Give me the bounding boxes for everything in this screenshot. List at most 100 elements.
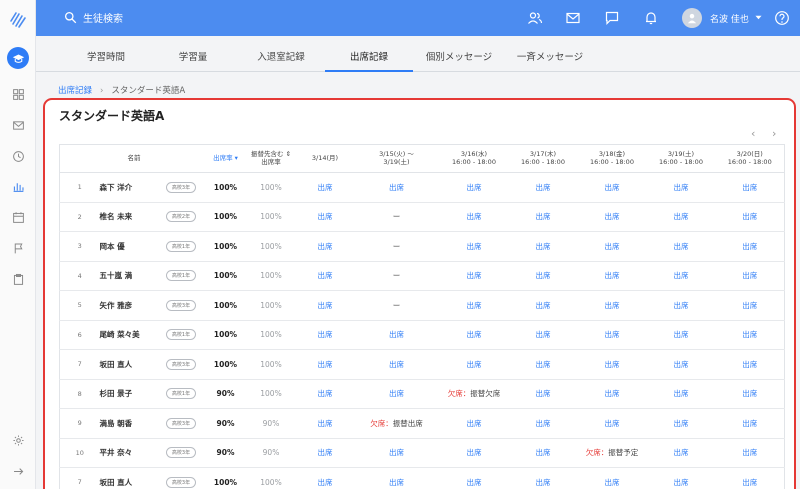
sidebar-item-messages[interactable] xyxy=(8,115,28,135)
sidebar-item-logout[interactable] xyxy=(8,461,28,481)
attendance-cell[interactable]: 出席 xyxy=(715,261,785,291)
attendance-cell[interactable]: 出席 xyxy=(296,379,354,409)
student-name[interactable]: 森下 洋介 xyxy=(99,172,157,203)
tab-entry-exit[interactable]: 入退室記録 xyxy=(251,49,311,72)
attendance-cell[interactable]: 出席 xyxy=(646,290,716,321)
attendance-cell[interactable]: 出席 xyxy=(296,320,354,350)
user-name[interactable]: 名波 佳也 xyxy=(710,12,749,25)
student-name[interactable]: 岡本 優 xyxy=(99,231,157,262)
prev-week-icon[interactable]: ‹ xyxy=(751,127,755,140)
table-row[interactable]: 8 杉田 景子 高校1年 90% 100% 出席 出席 欠席：振替欠席 出席 出席 出席 出席 xyxy=(59,379,785,409)
attendance-cell[interactable]: 出席 xyxy=(508,408,578,439)
attendance-cell[interactable]: 出席 xyxy=(296,202,354,232)
attendance-cell[interactable]: 出席 xyxy=(715,408,785,439)
chevron-down-icon[interactable] xyxy=(755,14,762,21)
next-week-icon[interactable]: › xyxy=(772,127,776,140)
attendance-cell[interactable]: 出席 xyxy=(715,231,785,262)
attendance-cell[interactable]: 出席 xyxy=(646,408,716,439)
attendance-cell[interactable]: 出席 xyxy=(646,261,716,291)
attendance-cell[interactable]: 出席 xyxy=(508,467,578,489)
attendance-cell[interactable]: 出席 xyxy=(508,290,578,321)
tab-individual-message[interactable]: 個別メッセージ xyxy=(419,49,499,72)
sidebar-item-classes[interactable] xyxy=(7,47,29,69)
attendance-cell[interactable]: 出席 xyxy=(577,231,647,262)
attendance-cell[interactable]: 出席 xyxy=(715,290,785,321)
sidebar-item-calendar[interactable] xyxy=(8,207,28,227)
attendance-cell[interactable]: 出席 xyxy=(577,349,647,380)
tab-attendance[interactable]: 出席記録 xyxy=(325,49,413,72)
attendance-cell[interactable]: 出席 xyxy=(577,467,647,489)
header-rate[interactable]: 出席率 ▾ xyxy=(205,144,246,173)
attendance-cell[interactable]: 出席 xyxy=(508,231,578,262)
attendance-cell[interactable]: 出席 xyxy=(439,349,509,380)
attendance-cell[interactable]: 出席 xyxy=(353,349,440,380)
attendance-cell[interactable]: 出席 xyxy=(508,438,578,468)
attendance-cell[interactable]: 出席 xyxy=(353,467,440,489)
sidebar-item-settings[interactable] xyxy=(8,430,28,450)
attendance-cell[interactable]: 出席 xyxy=(353,172,440,203)
sidebar-item-clipboard[interactable] xyxy=(8,269,28,289)
attendance-cell[interactable]: 出席 xyxy=(353,379,440,409)
attendance-cell[interactable]: 出席 xyxy=(353,438,440,468)
attendance-cell[interactable]: 出席 xyxy=(508,261,578,291)
attendance-cell[interactable]: 出席 xyxy=(439,408,509,439)
absence-cell[interactable]: 欠席：振替出席 xyxy=(353,408,440,439)
attendance-cell[interactable]: 出席 xyxy=(715,438,785,468)
no-class-cell[interactable]: ー xyxy=(353,231,440,262)
sidebar-item-history[interactable] xyxy=(8,146,28,166)
search-icon[interactable] xyxy=(64,11,77,24)
attendance-cell[interactable]: 出席 xyxy=(296,231,354,262)
header-rate-with-makeup[interactable]: 振替先含む ⇕ 出席率 xyxy=(245,144,297,173)
table-row[interactable]: 3 岡本 優高校1年 100% 100% 出席ー出席 出席 出席 出席 出席 xyxy=(59,231,785,262)
attendance-cell[interactable]: 出席 xyxy=(296,467,354,489)
attendance-cell[interactable]: 出席 xyxy=(577,379,647,409)
attendance-cell[interactable]: 出席 xyxy=(508,172,578,203)
absence-cell[interactable]: 欠席：振替予定 xyxy=(577,438,647,468)
attendance-cell[interactable]: 出席 xyxy=(296,172,354,203)
no-class-cell[interactable]: ー xyxy=(353,261,440,291)
attendance-cell[interactable]: 出席 xyxy=(646,467,716,489)
sidebar-item-flags[interactable] xyxy=(8,238,28,258)
attendance-cell[interactable]: 出席 xyxy=(577,290,647,321)
attendance-cell[interactable]: 出席 xyxy=(646,202,716,232)
sidebar-item-dashboard[interactable] xyxy=(8,84,28,104)
table-row[interactable]: 7 坂田 直人 高校3年 100% 100% 出席 出席 出席 出席 出席 出席 出席 xyxy=(59,467,785,489)
table-row[interactable]: 1 森下 洋介 高校3年 100% 100% 出席 出席 出席 出席 出席 出席 出席 xyxy=(59,172,785,203)
table-row[interactable]: 5 矢作 雅彦 高校3年 100% 100% 出席ー出席 出席 出席 出席 出席 xyxy=(59,290,785,321)
student-name[interactable]: 五十嵐 満 xyxy=(99,261,157,291)
table-row[interactable]: 4 五十嵐 満高校1年 100% 100% 出席ー出席 出席 出席 出席 出席 xyxy=(59,261,785,291)
mail-icon[interactable] xyxy=(565,10,581,26)
student-name[interactable]: 尾崎 菜々美 xyxy=(99,320,157,350)
attendance-cell[interactable]: 出席 xyxy=(296,408,354,439)
attendance-cell[interactable]: 出席 xyxy=(508,379,578,409)
attendance-cell[interactable]: 出席 xyxy=(715,467,785,489)
attendance-cell[interactable]: 出席 xyxy=(646,349,716,380)
sidebar-item-stats[interactable] xyxy=(8,176,28,196)
attendance-cell[interactable]: 出席 xyxy=(296,438,354,468)
attendance-cell[interactable]: 出席 xyxy=(439,438,509,468)
student-name[interactable]: 満島 朝香 xyxy=(99,408,157,439)
student-name[interactable]: 杉田 景子 xyxy=(99,379,157,409)
logo-icon[interactable] xyxy=(8,9,28,29)
student-name[interactable]: 矢作 雅彦 xyxy=(99,290,157,321)
tab-broadcast-message[interactable]: 一斉メッセージ xyxy=(510,49,590,72)
attendance-cell[interactable]: 出席 xyxy=(715,172,785,203)
attendance-cell[interactable]: 出席 xyxy=(508,202,578,232)
attendance-cell[interactable]: 出席 xyxy=(296,349,354,380)
table-row[interactable]: 7 坂田 直人 高校3年 100% 100% 出席 出席 出席 出席 出席 出席 出席 xyxy=(59,349,785,380)
table-row[interactable]: 6 尾崎 菜々美 高校1年 100% 100% 出席 出席 出席 出席 出席 出席 出席 xyxy=(59,320,785,350)
bell-icon[interactable] xyxy=(643,10,659,26)
attendance-cell[interactable]: 出席 xyxy=(646,379,716,409)
help-icon[interactable] xyxy=(774,10,790,26)
attendance-cell[interactable]: 出席 xyxy=(715,379,785,409)
table-row[interactable]: 10 平井 奈々 高校3年 90% 90% 出席 出席 出席 出席 欠席：振替予定 出席 出席 xyxy=(59,438,785,468)
no-class-cell[interactable]: ー xyxy=(353,202,440,232)
student-name[interactable]: 平井 奈々 xyxy=(99,438,157,468)
attendance-cell[interactable]: 出席 xyxy=(439,320,509,350)
student-name[interactable]: 椎名 未来 xyxy=(99,202,157,232)
tab-study-amount[interactable]: 学習量 xyxy=(168,49,218,72)
breadcrumb-root[interactable]: 出席記録 xyxy=(58,86,92,96)
attendance-cell[interactable]: 出席 xyxy=(646,320,716,350)
attendance-cell[interactable]: 出席 xyxy=(296,290,354,321)
avatar[interactable] xyxy=(682,8,702,28)
